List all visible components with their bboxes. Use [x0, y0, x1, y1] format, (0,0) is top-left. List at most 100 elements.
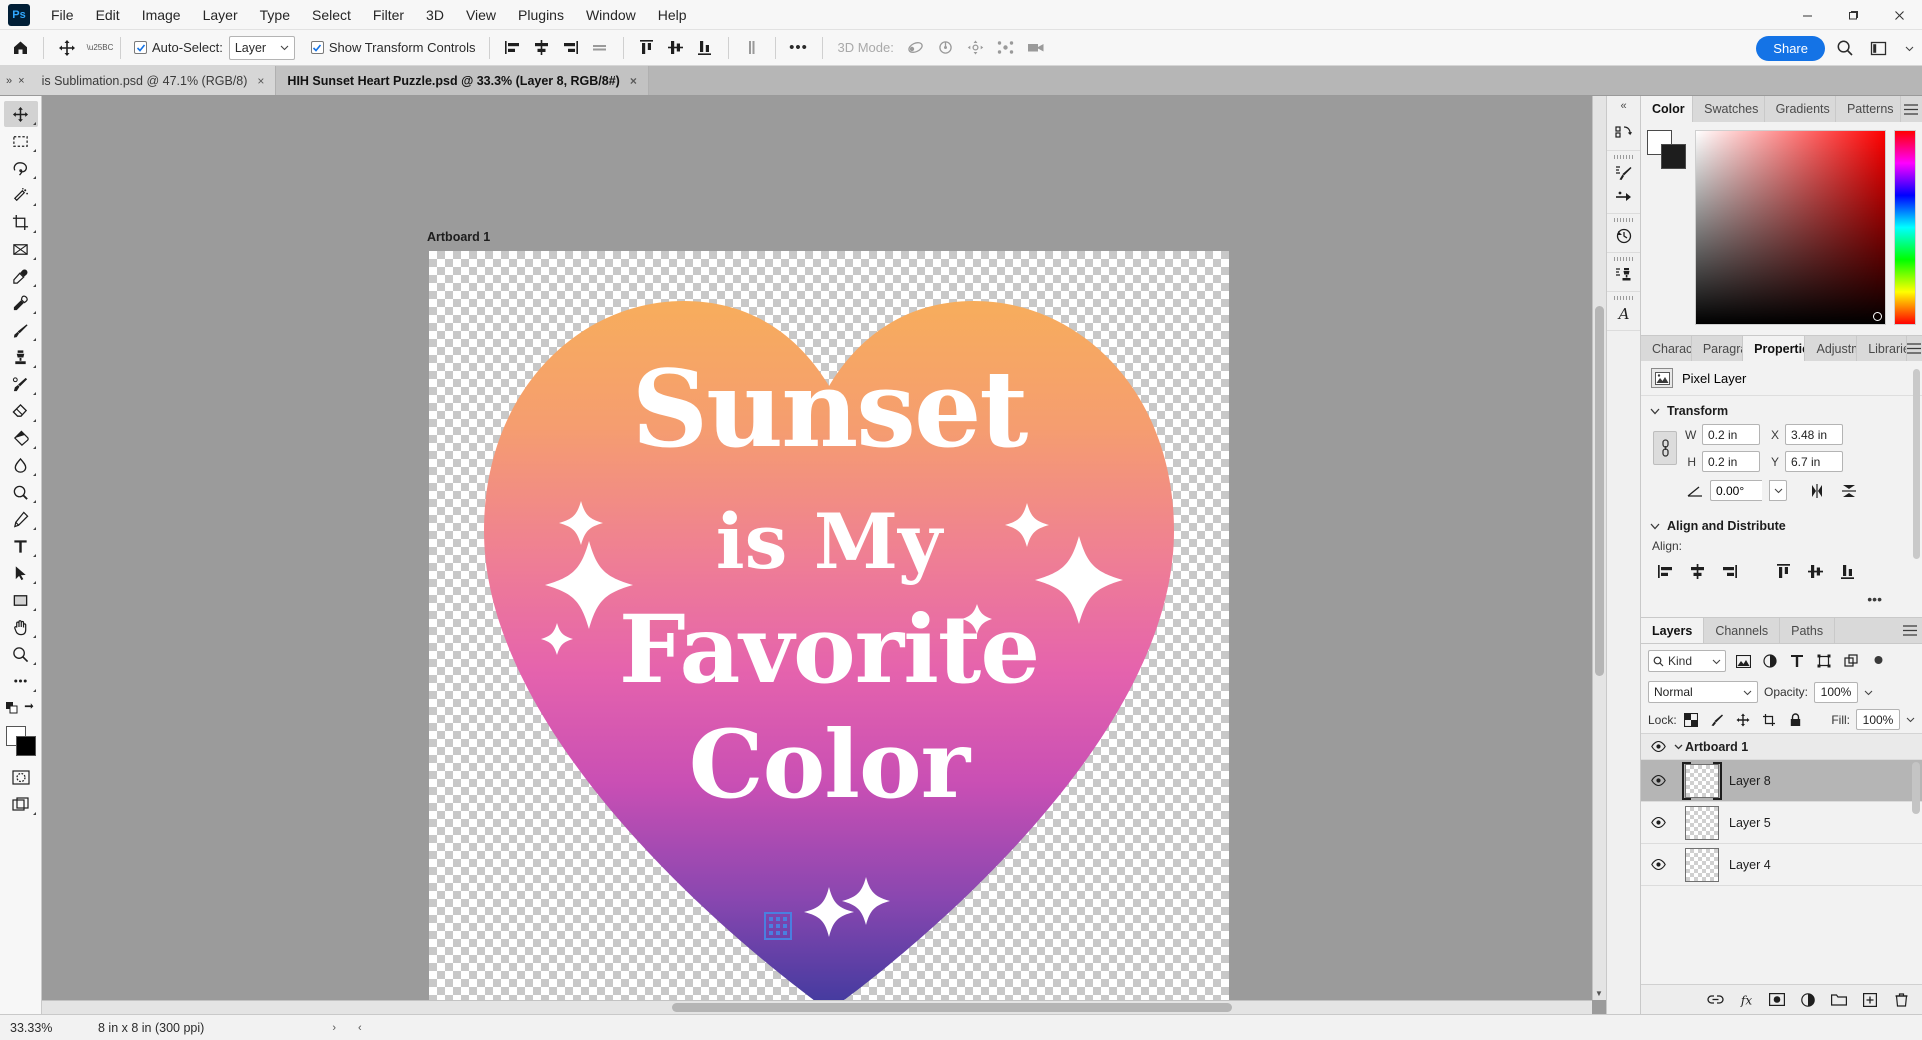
layers-panel-menu-icon[interactable]	[1898, 618, 1922, 643]
tab-adjustments[interactable]: Adjustm	[1805, 336, 1858, 361]
artboard-expand-chevron-icon[interactable]	[1671, 742, 1685, 751]
tab-overflow-icon[interactable]: »	[6, 75, 12, 87]
screen-mode-button[interactable]	[4, 791, 38, 817]
new-group-icon[interactable]	[1830, 991, 1848, 1009]
new-layer-icon[interactable]	[1861, 991, 1879, 1009]
quick-mask-button[interactable]	[4, 764, 38, 790]
rail-grip-2[interactable]	[1613, 218, 1634, 222]
history-panel-icon[interactable]	[1611, 224, 1637, 248]
filter-toggle-icon[interactable]	[1868, 651, 1888, 671]
move-tool-icon[interactable]	[53, 35, 81, 61]
3d-orbit-icon[interactable]	[902, 35, 930, 61]
share-button[interactable]: Share	[1756, 35, 1825, 61]
transform-w-input[interactable]: 0.2 in	[1702, 424, 1760, 445]
transform-h-input[interactable]: 0.2 in	[1702, 451, 1760, 472]
align-left-edges-icon[interactable]	[499, 35, 527, 61]
align-bottom-edges-icon[interactable]	[691, 35, 719, 61]
menu-filter[interactable]: Filter	[362, 3, 415, 27]
tab-gradients[interactable]: Gradients	[1765, 96, 1836, 122]
tab-libraries[interactable]: Librarie	[1857, 336, 1907, 361]
layer-list-scrollbar[interactable]	[1912, 738, 1920, 980]
menu-type[interactable]: Type	[249, 3, 301, 27]
prop-align-hcenter-icon[interactable]	[1684, 559, 1710, 583]
prop-align-vcenter-icon[interactable]	[1802, 559, 1828, 583]
canvas-scroll-down-icon[interactable]: ▼	[1592, 986, 1606, 1000]
prop-align-top-icon[interactable]	[1770, 559, 1796, 583]
tab-paragraph[interactable]: Paragra	[1692, 336, 1744, 361]
tab-scroll-controls[interactable]: » ×	[0, 66, 31, 95]
filter-pixel-layers-icon[interactable]	[1733, 651, 1753, 671]
transform-y-input[interactable]: 6.7 in	[1785, 451, 1843, 472]
status-collapse-icon[interactable]: ‹	[358, 1022, 362, 1034]
lock-position-icon[interactable]	[1735, 711, 1752, 729]
flip-vertical-icon[interactable]	[1840, 483, 1858, 499]
tab-close-all-icon[interactable]: ×	[18, 75, 24, 87]
pen-tool[interactable]	[4, 506, 38, 532]
fill-chevron-icon[interactable]	[1906, 715, 1915, 724]
more-options-button[interactable]: •••	[785, 35, 813, 61]
align-section-title[interactable]: Align and Distribute	[1641, 511, 1922, 539]
lock-transparent-pixels-icon[interactable]	[1683, 711, 1700, 729]
opacity-chevron-icon[interactable]	[1864, 688, 1873, 697]
brush-settings-icon[interactable]	[1611, 161, 1637, 185]
rail-grip-1[interactable]	[1613, 155, 1634, 159]
blend-mode-dropdown[interactable]: Normal	[1648, 681, 1758, 703]
document-tab-1-close-icon[interactable]: ×	[257, 74, 264, 88]
canvas-horizontal-scrollbar[interactable]	[42, 1000, 1592, 1014]
prop-align-left-icon[interactable]	[1652, 559, 1678, 583]
move-tool[interactable]	[3, 101, 38, 127]
document-tab-2[interactable]: HIH Sunset Heart Puzzle.psd @ 33.3% (Lay…	[276, 66, 649, 95]
transform-section-title[interactable]: Transform	[1641, 396, 1922, 424]
spot-healing-brush-tool[interactable]	[4, 290, 38, 316]
canvas-area[interactable]: Artboard 1 Sunset is My Favorite Color ▼	[42, 96, 1606, 1014]
menu-edit[interactable]: Edit	[85, 3, 131, 27]
flip-horizontal-icon[interactable]	[1808, 483, 1826, 499]
tool-preset-chevron-icon[interactable]: \u25BC	[83, 35, 114, 61]
canvas-vertical-scroll-thumb[interactable]	[1595, 306, 1604, 676]
crop-tool[interactable]	[4, 209, 38, 235]
align-right-edges-icon[interactable]	[557, 35, 585, 61]
tab-character[interactable]: Charact	[1641, 336, 1692, 361]
layer-visibility-icon-layer-4[interactable]	[1645, 859, 1671, 870]
zoom-tool[interactable]	[4, 641, 38, 667]
layer-row-layer-4[interactable]: Layer 4	[1641, 844, 1922, 886]
distribute-vertical-icon[interactable]	[738, 35, 766, 61]
hue-slider[interactable]	[1894, 130, 1916, 325]
rectangle-tool[interactable]	[4, 587, 38, 613]
dodge-tool[interactable]	[4, 479, 38, 505]
menu-select[interactable]: Select	[301, 3, 362, 27]
brush-tool[interactable]	[4, 317, 38, 343]
rectangular-marquee-tool[interactable]	[4, 128, 38, 154]
canvas-horizontal-scroll-thumb[interactable]	[672, 1003, 1232, 1012]
close-button[interactable]	[1876, 0, 1922, 30]
workspace-switcher-icon[interactable]	[1865, 35, 1893, 61]
3d-camera-icon[interactable]	[1022, 35, 1050, 61]
lock-all-icon[interactable]	[1787, 711, 1804, 729]
align-more-button[interactable]: •••	[1641, 589, 1922, 617]
layer-row-layer-8[interactable]: Layer 8	[1641, 760, 1922, 802]
align-vertical-centers-icon[interactable]	[662, 35, 690, 61]
add-layer-mask-icon[interactable]	[1768, 991, 1786, 1009]
lasso-tool[interactable]	[4, 155, 38, 181]
auto-select-checkbox[interactable]: Auto-Select:	[130, 40, 227, 55]
auto-select-scope-dropdown[interactable]: Layer	[228, 35, 295, 60]
search-icon[interactable]	[1831, 35, 1859, 61]
path-selection-tool[interactable]	[4, 560, 38, 586]
rail-grip-4[interactable]	[1613, 296, 1634, 300]
delete-layer-icon[interactable]	[1892, 991, 1910, 1009]
lock-artboard-nesting-icon[interactable]	[1761, 711, 1778, 729]
tab-channels[interactable]: Channels	[1704, 618, 1781, 643]
tab-swatches[interactable]: Swatches	[1693, 96, 1765, 122]
tab-patterns[interactable]: Patterns	[1836, 96, 1901, 122]
eraser-tool[interactable]	[4, 398, 38, 424]
workspace-chevron-icon[interactable]	[1905, 44, 1914, 53]
new-adjustment-layer-icon[interactable]	[1799, 991, 1817, 1009]
layer-visibility-icon-layer-8[interactable]	[1645, 775, 1671, 786]
panel-background-swatch[interactable]	[1661, 144, 1686, 169]
brush-presets-icon[interactable]	[1611, 185, 1637, 209]
layer-filter-kind-dropdown[interactable]: Kind	[1648, 650, 1726, 672]
clone-stamp-tool[interactable]	[4, 344, 38, 370]
3d-roll-icon[interactable]	[932, 35, 960, 61]
document-tab-1[interactable]: is Sublimation.psd @ 47.1% (RGB/8) ×	[30, 66, 277, 95]
layer-visibility-icon-artboard[interactable]	[1645, 741, 1671, 752]
